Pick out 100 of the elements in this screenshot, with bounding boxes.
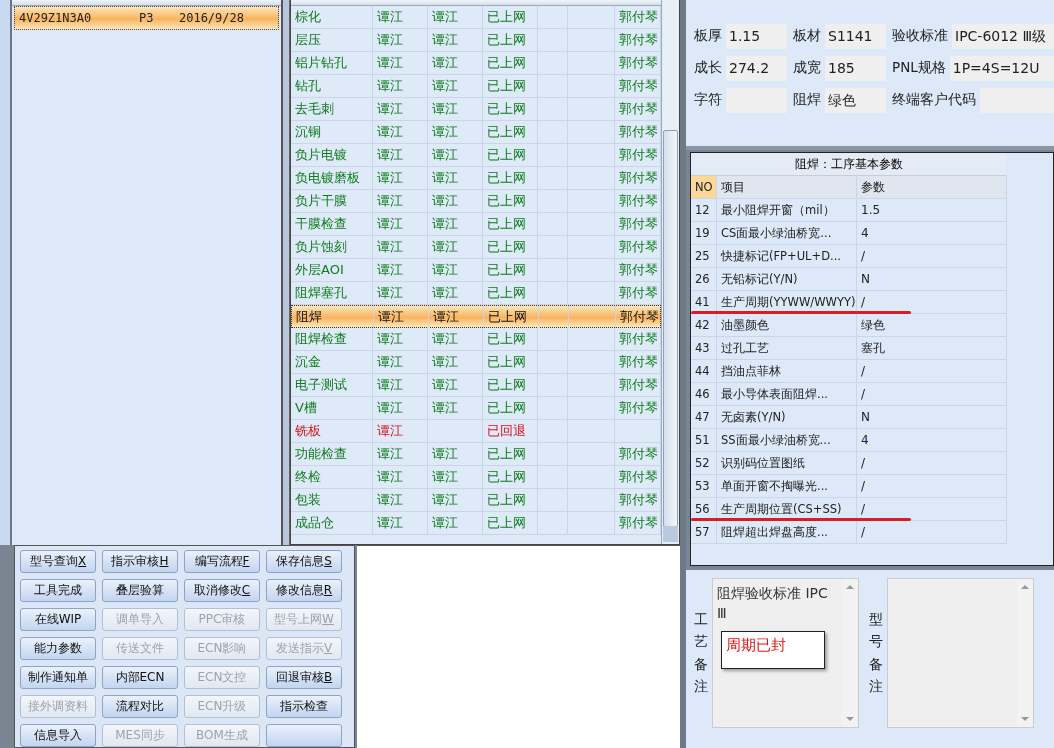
table-cell: / xyxy=(857,521,1007,543)
action-button[interactable]: 指示检查 xyxy=(266,695,342,718)
input-field[interactable]: 274.2 xyxy=(726,55,787,81)
table-cell: 无铅标记(Y/N) xyxy=(717,268,857,290)
process-row[interactable]: 负片蚀刻 谭江 谭江 已上网 郭付琴 xyxy=(291,236,661,259)
table-cell: 无卤素(Y/N) xyxy=(717,406,857,428)
process-row[interactable]: 铣板 谭江 已回退 xyxy=(291,420,661,443)
table-cell: 44 xyxy=(691,360,717,382)
process-row[interactable]: 阻焊 谭江 谭江 已上网 郭付琴 xyxy=(291,305,661,328)
table-cell: 19 xyxy=(691,222,717,244)
action-button[interactable]: 编写流程F xyxy=(184,550,260,573)
table-cell: 4 xyxy=(857,429,1007,451)
column-header: 项目 xyxy=(717,176,857,198)
table-cell: 42 xyxy=(691,314,717,336)
action-button[interactable]: 型号查询X xyxy=(20,550,96,573)
process-row[interactable]: 阻焊检查 谭江 谭江 已上网 郭付琴 xyxy=(291,328,661,351)
input-field[interactable]: 185 xyxy=(825,55,886,81)
process-row[interactable]: 去毛刺 谭江 谭江 已上网 郭付琴 xyxy=(291,98,661,121)
splitter-handle[interactable] xyxy=(283,0,290,545)
field-label: 终端客户代码 xyxy=(892,91,976,109)
table-cell: / xyxy=(857,245,1007,267)
action-button[interactable]: 能力参数 xyxy=(20,637,96,660)
input-field[interactable]: IPC-6012 Ⅲ级 xyxy=(952,23,1054,49)
action-button[interactable] xyxy=(266,724,342,747)
scroll-up-icon[interactable] xyxy=(1021,585,1029,589)
note-field[interactable]: 阻焊验收标准 IPC Ⅲ 周期已封 xyxy=(712,578,859,728)
table-cell: CS面最小绿油桥宽... xyxy=(717,222,857,244)
scroll-down-icon[interactable] xyxy=(846,717,854,721)
table-cell: 47 xyxy=(691,406,717,428)
table-cell: 绿色 xyxy=(857,314,1007,336)
action-button[interactable]: 修改信息R xyxy=(266,579,342,602)
scrollbar[interactable] xyxy=(661,0,679,544)
process-row[interactable]: 电子测试 谭江 谭江 已上网 郭付琴 xyxy=(291,374,661,397)
action-button[interactable]: 回退审核B xyxy=(266,666,342,689)
table-cell: 识别码位置图纸 xyxy=(717,452,857,474)
note-field[interactable] xyxy=(887,578,1034,728)
column-header: NO xyxy=(691,176,717,198)
table-cell: 最小阻焊开窗（mil） xyxy=(717,199,857,221)
action-button[interactable]: 保存信息S xyxy=(266,550,342,573)
action-button[interactable]: 在线WIP xyxy=(20,608,96,631)
table-cell: N xyxy=(857,268,1007,290)
action-button[interactable]: 叠层验算 xyxy=(102,579,178,602)
process-row[interactable]: 铝片钻孔 谭江 谭江 已上网 郭付琴 xyxy=(291,52,661,75)
process-row[interactable]: 沉铜 谭江 谭江 已上网 郭付琴 xyxy=(291,121,661,144)
action-button[interactable]: 制作通知单 xyxy=(20,666,96,689)
table-cell: 43 xyxy=(691,337,717,359)
field-label: 板材 xyxy=(793,27,821,45)
action-button[interactable]: 内部ECN xyxy=(102,666,178,689)
process-row[interactable]: 钻孔 谭江 谭江 已上网 郭付琴 xyxy=(291,75,661,98)
table-cell: 53 xyxy=(691,475,717,497)
tooltip-box: 周期已封 xyxy=(721,631,825,669)
input-field[interactable]: 1P=4S=12U xyxy=(949,55,1054,81)
action-button[interactable]: 工具完成 xyxy=(20,579,96,602)
field-label: 验收标准 xyxy=(892,27,948,45)
process-row[interactable]: 棕化 谭江 谭江 已上网 郭付琴 xyxy=(291,6,661,29)
note-label: 型号备注 xyxy=(869,610,883,697)
table-cell: 25 xyxy=(691,245,717,267)
table-cell: 最小导体表面阻焊... xyxy=(717,383,857,405)
process-row[interactable]: 外层AOI 谭江 谭江 已上网 郭付琴 xyxy=(291,259,661,282)
process-row[interactable]: 负片干膜 谭江 谭江 已上网 郭付琴 xyxy=(291,190,661,213)
input-field[interactable]: S1141 xyxy=(825,23,886,49)
table-cell: / xyxy=(857,383,1007,405)
action-button[interactable]: 信息导入 xyxy=(20,724,96,747)
process-row[interactable]: 负电镀磨板 谭江 谭江 已上网 郭付琴 xyxy=(291,167,661,190)
input-field[interactable]: 绿色 xyxy=(825,87,886,113)
table-cell: SS面最小绿油桥宽... xyxy=(717,429,857,451)
table-cell: 油墨颜色 xyxy=(717,314,857,336)
table-cell: 单面开窗不掏曝光... xyxy=(717,475,857,497)
column-header: 参数 xyxy=(857,176,1007,198)
process-row[interactable]: 干膜检查 谭江 谭江 已上网 郭付琴 xyxy=(291,213,661,236)
table-cell: 12 xyxy=(691,199,717,221)
field-label: 成长 xyxy=(694,59,722,77)
process-row[interactable]: 负片电镀 谭江 谭江 已上网 郭付琴 xyxy=(291,144,661,167)
table-cell: N xyxy=(857,406,1007,428)
field-label: 字符 xyxy=(694,91,722,109)
scroll-down-icon[interactable] xyxy=(1021,717,1029,721)
action-button[interactable]: 取消修改C xyxy=(184,579,260,602)
process-row[interactable]: 功能检查 谭江 谭江 已上网 郭付琴 xyxy=(291,443,661,466)
table-cell: 26 xyxy=(691,268,717,290)
table-cell: 1.5 xyxy=(857,199,1007,221)
process-row[interactable]: V槽 谭江 谭江 已上网 郭付琴 xyxy=(291,397,661,420)
table-title: 阻焊：工序基本参数 xyxy=(691,153,1006,176)
field-label: 成宽 xyxy=(793,59,821,77)
process-row[interactable]: 终检 谭江 谭江 已上网 郭付琴 xyxy=(291,466,661,489)
table-cell: 挡油点菲林 xyxy=(717,360,857,382)
table-cell: / xyxy=(857,360,1007,382)
field-label: PNL规格 xyxy=(892,59,946,77)
input-field[interactable]: 1.15 xyxy=(726,23,787,49)
action-button[interactable]: 指示审核H xyxy=(102,550,178,573)
process-row[interactable]: 成品仓 谭江 谭江 已上网 郭付琴 xyxy=(291,512,661,535)
process-row[interactable]: 沉金 谭江 谭江 已上网 郭付琴 xyxy=(291,351,661,374)
order-row[interactable]: 4V29Z1N3A0 P3 2016/9/28 xyxy=(13,6,280,30)
note-label: 工艺备注 xyxy=(694,610,708,697)
process-row[interactable]: 层压 谭江 谭江 已上网 郭付琴 xyxy=(291,29,661,52)
table-cell: 塞孔 xyxy=(857,337,1007,359)
table-cell: 4 xyxy=(857,222,1007,244)
action-button[interactable]: 流程对比 xyxy=(102,695,178,718)
table-cell: 阻焊超出焊盘高度... xyxy=(717,521,857,543)
process-row[interactable]: 包装 谭江 谭江 已上网 郭付琴 xyxy=(291,489,661,512)
scroll-up-icon[interactable] xyxy=(846,585,854,589)
